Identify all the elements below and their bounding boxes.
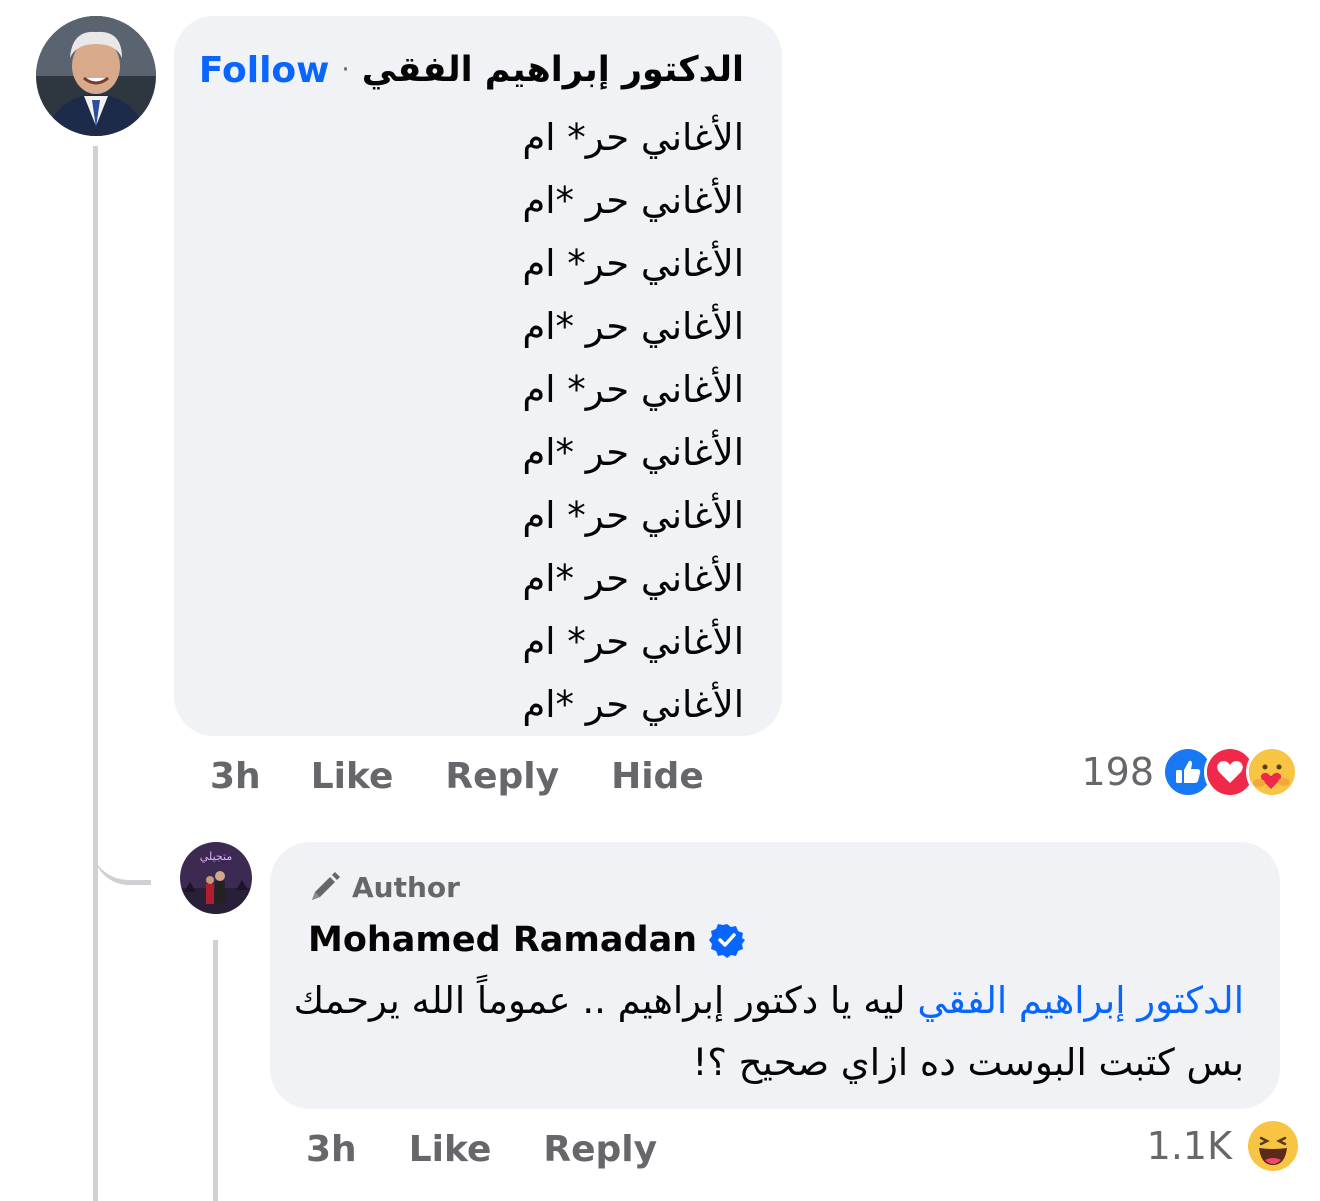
care-reaction-icon xyxy=(1246,746,1298,798)
reactions-summary[interactable]: 198 xyxy=(1081,744,1298,800)
reply-button[interactable]: Reply xyxy=(543,1129,657,1170)
reaction-count: 1.1K xyxy=(1146,1124,1232,1168)
comment-text: الدكتور إبراهيم الفقي ليه يا دكتور إبراه… xyxy=(284,970,1244,1094)
comment-timestamp[interactable]: 3h xyxy=(306,1129,357,1170)
haha-reaction-icon xyxy=(1248,1121,1298,1171)
follow-button[interactable]: Follow xyxy=(199,50,330,91)
pencil-icon xyxy=(308,870,342,904)
avatar[interactable] xyxy=(36,16,156,136)
comment-author-name[interactable]: Mohamed Ramadan xyxy=(308,920,746,960)
like-button[interactable]: Like xyxy=(311,756,394,797)
svg-text:متجيلي: متجيلي xyxy=(200,850,233,863)
reaction-count: 198 xyxy=(1081,750,1154,794)
comment-line: الأغاني حر *ام xyxy=(522,179,744,222)
comment-actions: 3h Like Reply Hide xyxy=(210,750,704,802)
author-badge: Author xyxy=(308,870,460,904)
like-button[interactable]: Like xyxy=(409,1129,492,1170)
comment-bubble: Follow · الدكتور إبراهيم الفقي الأغاني ح… xyxy=(174,16,782,736)
comment-line: الأغاني حر* ام xyxy=(522,368,744,411)
comment-line: الأغاني حر* ام xyxy=(522,116,744,159)
comment-header: Follow · الدكتور إبراهيم الفقي xyxy=(199,40,744,100)
comment-line: الأغاني حر *ام xyxy=(522,683,744,726)
comment-text: الأغاني حر* ام الأغاني حر *ام الأغاني حر… xyxy=(522,106,744,736)
comment-line: الأغاني حر *ام xyxy=(522,557,744,600)
hide-button[interactable]: Hide xyxy=(611,756,704,797)
comment-line: الأغاني حر* ام xyxy=(522,620,744,663)
profile-photo-icon xyxy=(36,16,156,136)
comment-line: الأغاني حر* ام xyxy=(522,242,744,285)
author-name-text[interactable]: Mohamed Ramadan xyxy=(308,920,697,960)
verified-badge-icon xyxy=(709,922,746,958)
profile-photo-icon: متجيلي xyxy=(180,842,252,914)
reply-button[interactable]: Reply xyxy=(445,756,559,797)
reaction-icons xyxy=(1162,746,1298,798)
thread-line-branch xyxy=(93,780,151,885)
mention-link[interactable]: الدكتور إبراهيم الفقي xyxy=(917,979,1244,1022)
reactions-summary[interactable]: 1.1K xyxy=(1147,1118,1298,1174)
comment-line: الأغاني حر* ام xyxy=(522,494,744,537)
comment-bubble: Author Mohamed Ramadan الدكتور إبراهيم ا… xyxy=(270,842,1280,1109)
comment-timestamp[interactable]: 3h xyxy=(210,756,261,797)
thread-line-reply xyxy=(213,940,218,1201)
reaction-icons xyxy=(1248,1121,1298,1171)
author-badge-label: Author xyxy=(352,870,460,904)
comment-author-name[interactable]: الدكتور إبراهيم الفقي xyxy=(362,50,744,90)
avatar[interactable]: متجيلي xyxy=(180,842,252,914)
comment-line: الأغاني حر *ام xyxy=(522,305,744,348)
comment-actions: 3h Like Reply xyxy=(306,1123,657,1175)
separator-dot: · xyxy=(341,55,350,85)
thread-line-main xyxy=(93,146,98,1201)
comment-line: الأغاني حر *ام xyxy=(522,431,744,474)
